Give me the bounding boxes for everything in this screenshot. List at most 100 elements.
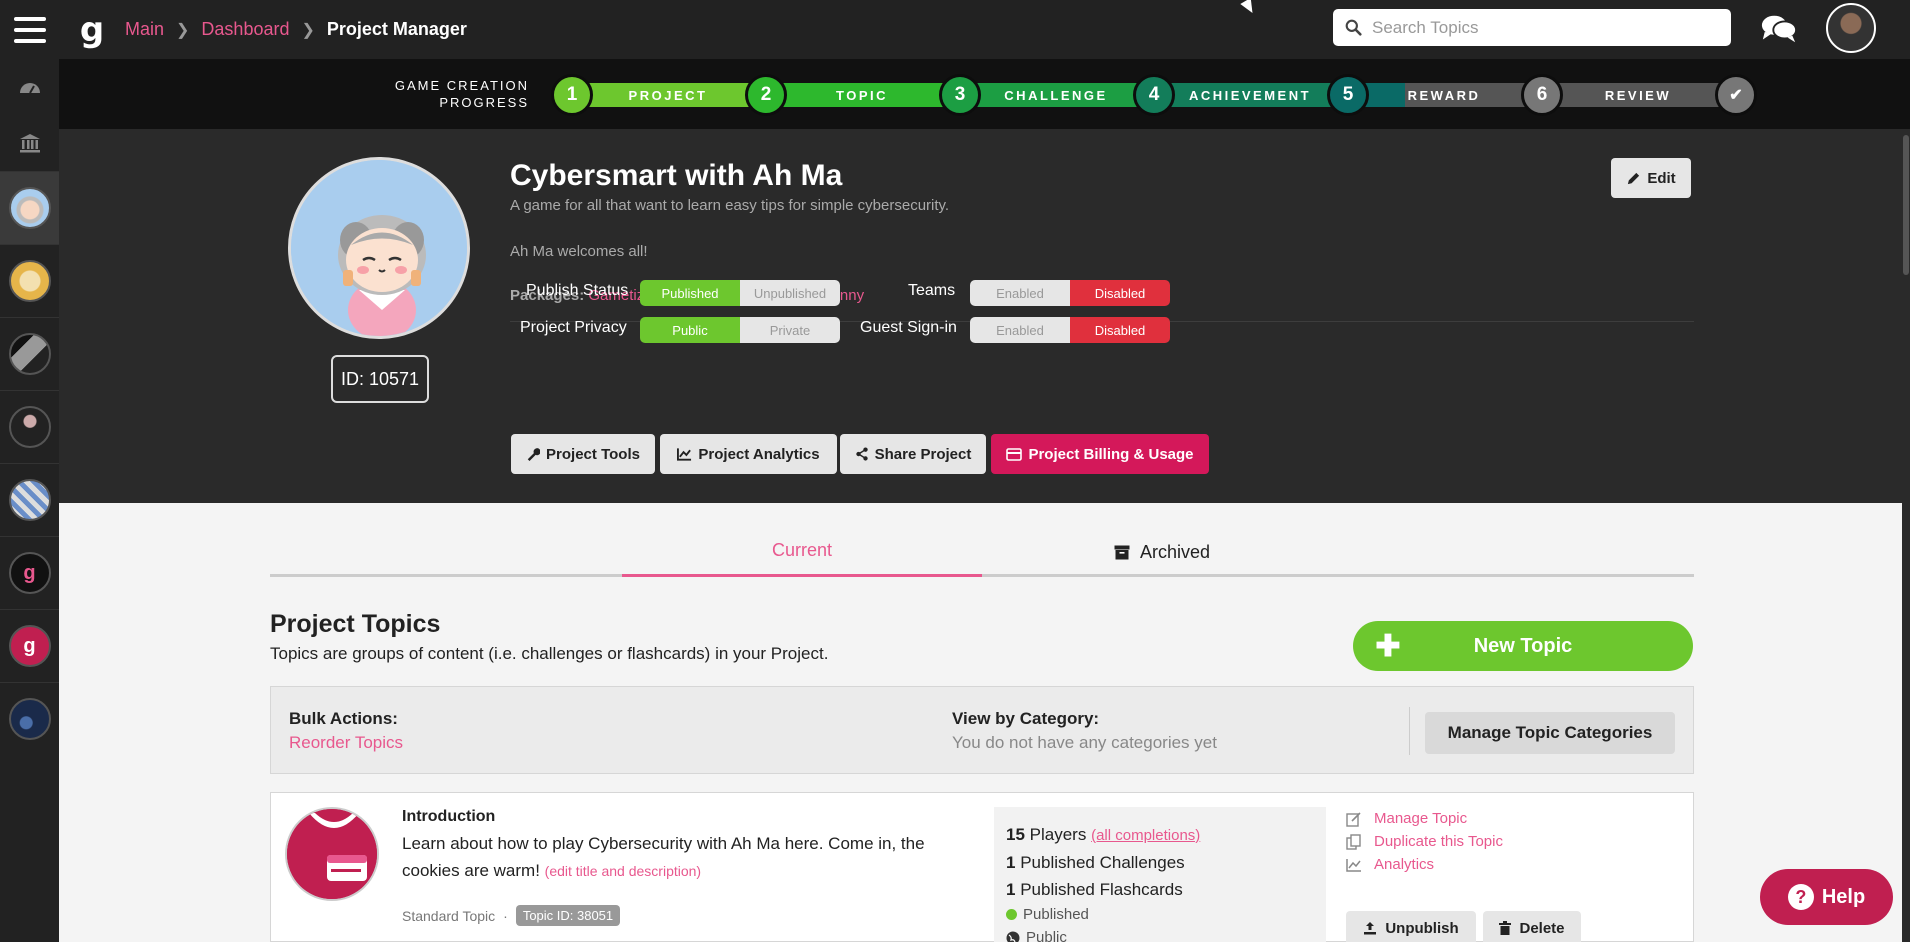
reorder-topics-link[interactable]: Reorder Topics [289, 733, 403, 753]
manage-topic-categories-button[interactable]: Manage Topic Categories [1425, 712, 1675, 754]
search-box [1333, 9, 1731, 46]
tab-archived[interactable]: Archived [982, 527, 1342, 577]
chat-icon[interactable] [1760, 12, 1798, 46]
guest-signin-toggle: Enabled Disabled [970, 317, 1170, 343]
plus-icon: ✚ [1375, 629, 1401, 663]
topic-id-badge: Topic ID: 38051 [515, 905, 621, 926]
topic-privacy: Public [1006, 926, 1314, 942]
progress-track: PROJECT TOPIC CHALLENGE ACHIEVEMENT REWA… [551, 74, 1757, 116]
step-node-4[interactable]: 4 [1133, 74, 1175, 116]
step-segment-challenge[interactable]: CHALLENGE [959, 83, 1153, 107]
bulk-actions-panel: Bulk Actions: Reorder Topics View by Cat… [270, 686, 1694, 774]
project-title: Cybersmart with Ah Ma [510, 159, 843, 192]
line-chart-icon [1346, 858, 1361, 872]
new-topic-button[interactable]: ✚ New Topic [1353, 621, 1693, 671]
teams-disabled[interactable]: Disabled [1070, 280, 1170, 306]
topic-actions: Manage Topic Duplicate this Topic Analyt… [1346, 807, 1503, 876]
step-node-5[interactable]: 5 [1327, 74, 1369, 116]
sidebar-project-7[interactable]: g [0, 609, 59, 682]
duplicate-topic-link[interactable]: Duplicate this Topic [1346, 830, 1503, 853]
privacy-private[interactable]: Private [740, 317, 840, 343]
step-node-3[interactable]: 3 [939, 74, 981, 116]
project-billing-button[interactable]: Project Billing & Usage [991, 434, 1209, 474]
wrench-icon [527, 448, 541, 461]
share-project-button[interactable]: Share Project [840, 434, 986, 474]
topic-analytics-link[interactable]: Analytics [1346, 853, 1503, 876]
topic-type: Standard Topic [402, 907, 496, 924]
top-bar: g Main ❯ Dashboard ❯ Project Manager [0, 0, 1910, 59]
project-privacy-toggle: Public Private [640, 317, 840, 343]
privacy-public[interactable]: Public [640, 317, 740, 343]
flashcards-stat: 1 Published Flashcards [1006, 880, 1183, 899]
project-tools-button[interactable]: Project Tools [511, 434, 655, 474]
step-segment-review[interactable]: REVIEW [1541, 83, 1735, 107]
topic-stats: 15 Players (all completions) 1 Published… [994, 807, 1326, 942]
bulk-actions-label: Bulk Actions: [289, 709, 398, 728]
edit-project-button[interactable]: Edit [1611, 158, 1691, 198]
chevron-right-icon: ❯ [176, 21, 190, 39]
step-node-6[interactable]: 6 [1521, 74, 1563, 116]
step-node-1[interactable]: 1 [551, 74, 593, 116]
breadcrumb-dashboard[interactable]: Dashboard [201, 19, 289, 40]
bulk-separator [1409, 707, 1410, 755]
challenges-stat: 1 Published Challenges [1006, 853, 1185, 872]
no-categories-text: You do not have any categories yet [952, 733, 1217, 752]
guest-signin-label: Guest Sign-in [860, 319, 957, 336]
step-segment-topic[interactable]: TOPIC [765, 83, 959, 107]
breadcrumb-main[interactable]: Main [125, 19, 164, 40]
guest-signin-disabled[interactable]: Disabled [1070, 317, 1170, 343]
topic-tabs: Current Archived [270, 527, 1694, 577]
archive-box-icon [1114, 545, 1130, 559]
publish-status-toggle: Published Unpublished [640, 280, 840, 306]
dashboard-gauge-icon[interactable] [0, 59, 59, 115]
game-creation-progress: GAME CREATION PROGRESS PROJECT TOPIC CHA… [59, 59, 1910, 129]
edit-title-description-link[interactable]: (edit title and description) [545, 863, 701, 879]
gametize-logo[interactable]: g [77, 12, 107, 48]
step-segment-project[interactable]: PROJECT [571, 83, 765, 107]
credit-card-icon [1006, 447, 1023, 461]
sidebar-project-ah-ma[interactable] [0, 171, 59, 244]
topic-image [285, 807, 379, 901]
sidebar-project-6[interactable]: g [0, 536, 59, 609]
step-node-2[interactable]: 2 [745, 74, 787, 116]
project-topics-heading: Project Topics [270, 610, 441, 638]
all-completions-link[interactable]: (all completions) [1091, 827, 1200, 844]
publish-status-published[interactable]: Published [640, 280, 740, 306]
guest-signin-enabled[interactable]: Enabled [970, 317, 1070, 343]
teams-enabled[interactable]: Enabled [970, 280, 1070, 306]
topic-title: Introduction [402, 808, 496, 825]
project-welcome: Ah Ma welcomes all! [510, 243, 648, 260]
unpublish-button[interactable]: Unpublish [1346, 911, 1476, 942]
sidebar-project-4[interactable] [0, 390, 59, 463]
question-icon: ? [1787, 884, 1814, 910]
tab-current[interactable]: Current [622, 527, 982, 577]
topic-description: Learn about how to play Cybersecurity wi… [402, 834, 925, 880]
user-avatar[interactable] [1826, 3, 1876, 53]
delete-topic-button[interactable]: Delete [1483, 911, 1581, 942]
sidebar-project-3[interactable] [0, 317, 59, 390]
project-id: ID: 10571 [331, 355, 429, 403]
help-button[interactable]: ? Help [1760, 869, 1893, 925]
checkmark-icon[interactable]: ✔ [1715, 74, 1757, 116]
sidebar-project-5[interactable] [0, 463, 59, 536]
scrollbar-thumb[interactable] [1903, 135, 1909, 275]
granny-illustration [291, 160, 467, 336]
project-analytics-button[interactable]: Project Analytics [660, 434, 837, 474]
publish-status-unpublished[interactable]: Unpublished [740, 280, 840, 306]
manage-topic-link[interactable]: Manage Topic [1346, 807, 1503, 830]
sidebar-project-8[interactable] [0, 682, 59, 755]
sidebar-project-2[interactable] [0, 244, 59, 317]
project-privacy-label: Project Privacy [520, 319, 627, 336]
institution-icon[interactable] [0, 115, 59, 171]
step-segment-reward[interactable]: REWARD [1347, 83, 1541, 107]
sidebar: g g [0, 59, 59, 942]
upload-icon [1364, 922, 1377, 935]
players-stat: 15 Players (all completions) [1006, 825, 1201, 844]
tab-spacer [270, 527, 622, 577]
topic-card: Introduction Learn about how to play Cyb… [270, 792, 1694, 942]
menu-icon[interactable] [0, 0, 59, 59]
search-icon [1345, 19, 1362, 36]
chevron-right-icon: ❯ [301, 21, 315, 39]
step-segment-achievement[interactable]: ACHIEVEMENT [1153, 83, 1347, 107]
search-input[interactable] [1372, 17, 1712, 38]
